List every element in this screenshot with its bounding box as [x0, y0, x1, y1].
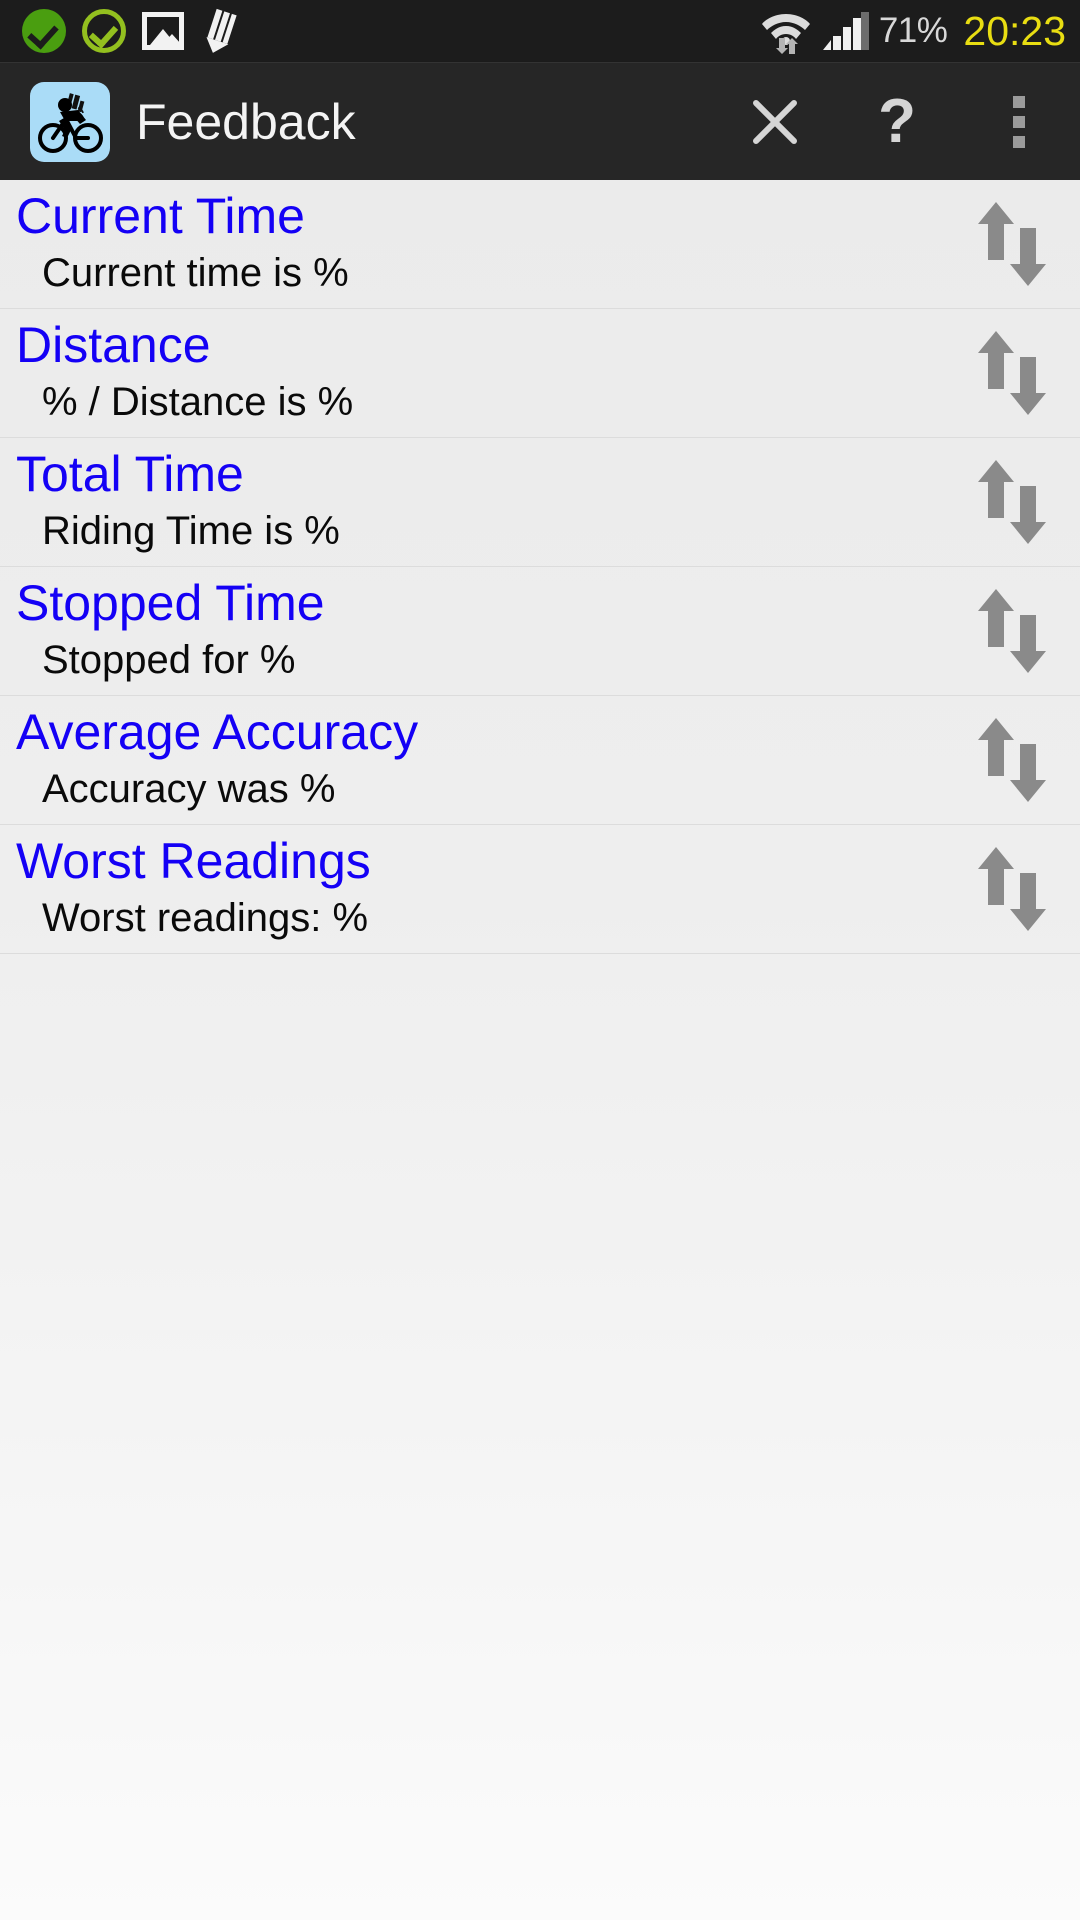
action-bar-buttons: ? — [714, 63, 1080, 181]
pencil-icon — [206, 8, 237, 53]
reorder-handle[interactable] — [944, 438, 1080, 566]
feedback-item-list[interactable]: Current Time Current time is % Distance … — [0, 180, 1080, 1920]
help-button[interactable]: ? — [836, 63, 958, 181]
status-bar-clock: 20:23 — [963, 7, 1066, 54]
list-item-texts: Worst Readings Worst readings: % — [0, 825, 944, 953]
check-outline-icon — [82, 9, 126, 53]
list-item-subtitle: Accuracy was % — [42, 767, 336, 811]
list-item-subtitle: Current time is % — [42, 251, 349, 295]
wifi-transfer-icon — [761, 14, 810, 54]
reorder-handle[interactable] — [944, 825, 1080, 953]
list-item-distance[interactable]: Distance % / Distance is % — [0, 309, 1080, 438]
status-bar-system-icons: 71% 20:23 — [761, 8, 1066, 55]
reorder-up-down-arrows-icon — [978, 202, 1046, 286]
status-bar: 71% 20:23 — [0, 0, 1080, 62]
question-mark-icon: ? — [878, 86, 916, 156]
gallery-icon — [142, 12, 184, 50]
close-icon — [753, 99, 797, 144]
reorder-handle[interactable] — [944, 180, 1080, 308]
list-item-current-time[interactable]: Current Time Current time is % — [0, 180, 1080, 309]
list-item-title: Current Time — [16, 188, 305, 244]
cyclist-gps-app-icon — [30, 81, 110, 162]
list-item-total-time[interactable]: Total Time Riding Time is % — [0, 438, 1080, 567]
action-bar: Feedback ? — [0, 62, 1080, 180]
list-item-subtitle: Stopped for % — [42, 638, 296, 682]
list-item-subtitle: % / Distance is % — [42, 380, 354, 424]
list-item-title: Total Time — [16, 446, 244, 502]
status-bar-notification-icons — [22, 7, 240, 55]
list-item-texts: Stopped Time Stopped for % — [0, 567, 944, 695]
reorder-handle[interactable] — [944, 567, 1080, 695]
reorder-up-down-arrows-icon — [978, 589, 1046, 673]
list-item-title: Average Accuracy — [16, 704, 419, 760]
reorder-up-down-arrows-icon — [978, 718, 1046, 802]
app-screen: 71% 20:23 Feedback ? Current Time Curren… — [0, 0, 1080, 1920]
cellular-signal-icon — [822, 12, 869, 50]
list-item-worst-readings[interactable]: Worst Readings Worst readings: % — [0, 825, 1080, 954]
list-item-title: Distance — [16, 317, 211, 373]
list-item-average-accuracy[interactable]: Average Accuracy Accuracy was % — [0, 696, 1080, 825]
list-item-texts: Total Time Riding Time is % — [0, 438, 944, 566]
list-item-subtitle: Worst readings: % — [42, 896, 369, 940]
reorder-handle[interactable] — [944, 309, 1080, 437]
reorder-up-down-arrows-icon — [978, 847, 1046, 931]
list-item-texts: Current Time Current time is % — [0, 180, 944, 308]
reorder-up-down-arrows-icon — [978, 331, 1046, 415]
list-item-stopped-time[interactable]: Stopped Time Stopped for % — [0, 567, 1080, 696]
reorder-handle[interactable] — [944, 696, 1080, 824]
list-item-texts: Average Accuracy Accuracy was % — [0, 696, 944, 824]
battery-percentage: 71% — [878, 11, 948, 50]
check-filled-icon — [22, 9, 66, 53]
list-item-subtitle: Riding Time is % — [42, 509, 340, 553]
overflow-menu-icon — [1013, 95, 1025, 148]
reorder-up-down-arrows-icon — [978, 460, 1046, 544]
list-item-texts: Distance % / Distance is % — [0, 309, 944, 437]
overflow-button[interactable] — [958, 63, 1080, 181]
list-item-title: Worst Readings — [16, 833, 371, 889]
close-button[interactable] — [714, 63, 836, 181]
list-item-title: Stopped Time — [16, 575, 325, 631]
page-title: Feedback — [136, 93, 356, 150]
